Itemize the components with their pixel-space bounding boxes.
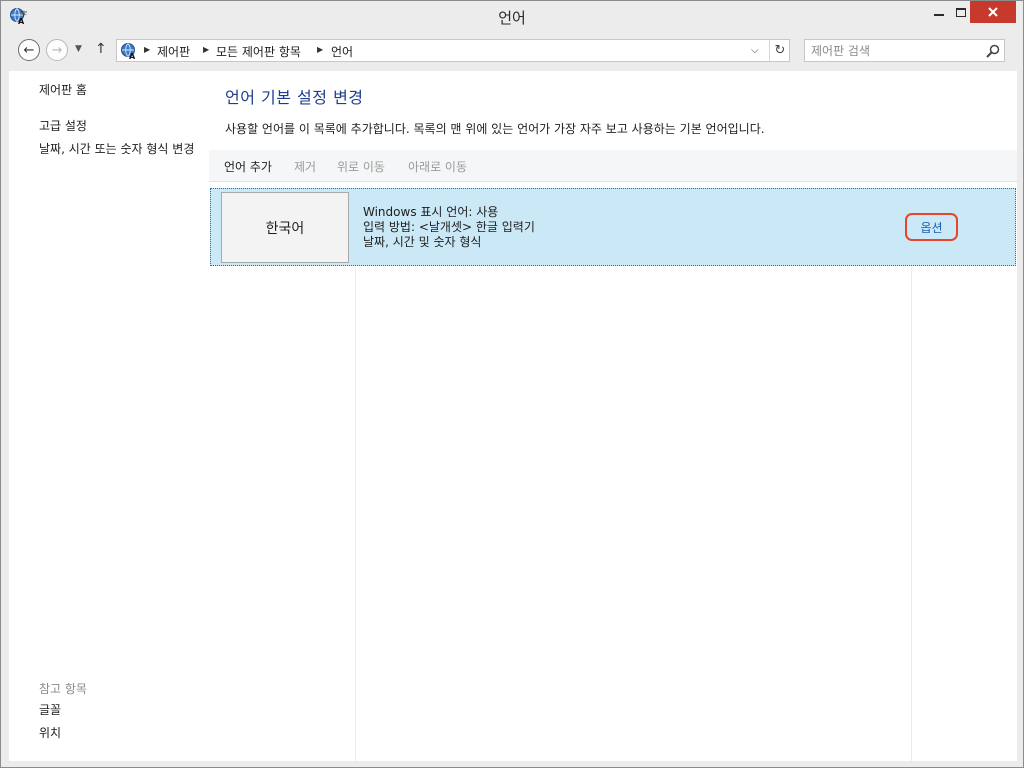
address-bar[interactable]: A ▶ 제어판 ▶ 모든 제어판 항목 ▶ 언어 ⌵ ↻ xyxy=(116,39,790,62)
breadcrumb-separator-icon[interactable]: ▶ xyxy=(203,45,209,54)
maximize-icon xyxy=(956,7,966,17)
display-language-status: Windows 표시 언어: 사용 xyxy=(363,205,499,219)
sidebar-link-control-panel-home[interactable]: 제어판 홈 xyxy=(39,83,87,97)
datetime-format-info: 날짜, 시간 및 숫자 형식 xyxy=(363,235,482,249)
back-button[interactable]: ← xyxy=(18,39,40,61)
language-row-korean[interactable]: 한국어 Windows 표시 언어: 사용 입력 방법: <날개셋> 한글 입력… xyxy=(210,188,1016,266)
maximize-button[interactable] xyxy=(952,1,970,23)
back-arrow-icon: ← xyxy=(23,42,35,58)
see-also-header: 참고 항목 xyxy=(39,682,87,696)
forward-button[interactable]: → xyxy=(46,39,68,61)
breadcrumb-separator-icon[interactable]: ▶ xyxy=(317,45,323,54)
language-name-tile[interactable]: 한국어 xyxy=(221,192,349,263)
move-down-button[interactable]: 아래로 이동 xyxy=(408,158,467,175)
sidebar-link-advanced-settings[interactable]: 고급 설정 xyxy=(39,119,87,133)
content-area: 제어판 홈 고급 설정 날짜, 시간 또는 숫자 형식 변경 참고 항목 글꼴 … xyxy=(9,71,1017,761)
close-icon xyxy=(988,7,998,17)
navigation-bar: ← → ▼ ↑ A ▶ 제어판 ▶ 모든 제어판 항목 ▶ 언어 ⌵ ↻ xyxy=(1,33,1023,67)
options-link[interactable]: 옵션 xyxy=(905,213,958,241)
sidebar: 제어판 홈 고급 설정 날짜, 시간 또는 숫자 형식 변경 참고 항목 글꼴 … xyxy=(9,71,209,761)
see-also-link-fonts[interactable]: 글꼴 xyxy=(39,703,61,717)
sidebar-link-datetime-format[interactable]: 날짜, 시간 또는 숫자 형식 변경 xyxy=(39,142,199,156)
search-icon[interactable] xyxy=(985,43,1001,59)
move-up-button[interactable]: 위로 이동 xyxy=(337,158,385,175)
see-also-link-location[interactable]: 위치 xyxy=(39,726,61,740)
breadcrumb-separator-icon: ▶ xyxy=(144,45,151,54)
remove-button[interactable]: 제거 xyxy=(294,158,316,175)
add-language-button[interactable]: 언어 추가 xyxy=(224,158,272,175)
minimize-icon xyxy=(934,14,944,16)
window-title: 언어 xyxy=(498,9,526,27)
close-button[interactable] xyxy=(970,1,1016,23)
svg-text:A: A xyxy=(129,52,136,60)
language-list: 한국어 Windows 표시 언어: 사용 입력 방법: <날개셋> 한글 입력… xyxy=(209,182,1017,761)
language-toolbar: 언어 추가 제거 위로 이동 아래로 이동 xyxy=(209,150,1017,182)
refresh-button[interactable]: ↻ xyxy=(769,40,790,61)
column-divider xyxy=(355,267,356,761)
breadcrumb-all-items[interactable]: 모든 제어판 항목 xyxy=(216,43,301,60)
breadcrumb-language[interactable]: 언어 xyxy=(331,43,353,60)
control-panel-icon: A xyxy=(121,43,136,60)
title-bar: A 字 언어 xyxy=(1,1,1023,31)
up-arrow-icon: ↑ xyxy=(95,41,107,57)
search-input[interactable] xyxy=(811,42,981,59)
minimize-button[interactable] xyxy=(926,1,952,23)
search-box[interactable] xyxy=(804,39,1005,62)
language-details: Windows 표시 언어: 사용 입력 방법: <날개셋> 한글 입력기 날짜… xyxy=(363,205,535,250)
breadcrumb-control-panel[interactable]: 제어판 xyxy=(157,43,190,60)
forward-arrow-icon: → xyxy=(51,42,63,58)
recent-locations-dropdown[interactable]: ▼ xyxy=(75,44,82,54)
column-divider xyxy=(911,267,912,761)
page-description: 사용할 언어를 이 목록에 추가합니다. 목록의 맨 위에 있는 언어가 가장 … xyxy=(225,122,765,136)
input-method-info: 입력 방법: <날개셋> 한글 입력기 xyxy=(363,220,535,234)
up-button[interactable]: ↑ xyxy=(95,41,107,57)
address-dropdown-icon[interactable]: ⌵ xyxy=(751,45,759,56)
control-panel-window: A 字 언어 ← → ▼ ↑ A ▶ 제어판 ▶ 모든 제어판 항목 ▶ 언어 … xyxy=(0,0,1024,768)
page-title: 언어 기본 설정 변경 xyxy=(225,88,364,107)
